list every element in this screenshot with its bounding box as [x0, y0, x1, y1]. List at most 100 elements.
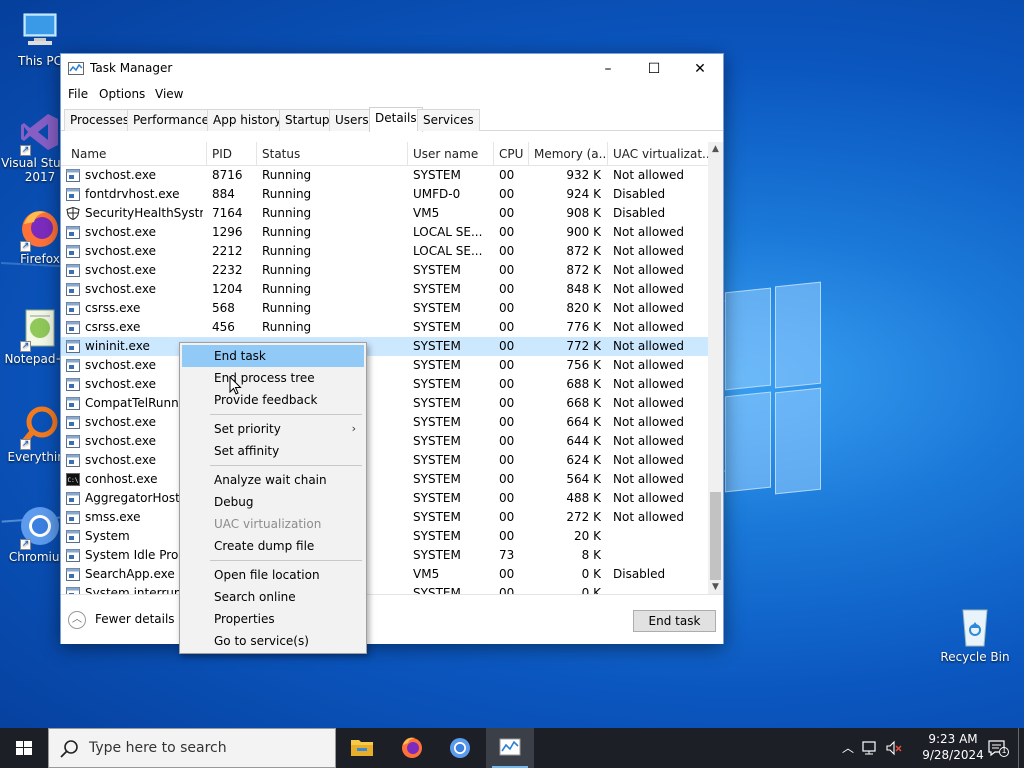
table-row[interactable]: wininit.exe SYSTEM 00 772 K Not allowed: [61, 337, 708, 356]
table-row[interactable]: svchost.exe SYSTEM 00 624 K Not allowed: [61, 451, 708, 470]
context-menu-go-to-service-s[interactable]: Go to service(s): [182, 630, 364, 652]
table-row[interactable]: svchost.exe 2212 Running LOCAL SE... 00 872 K…: [61, 242, 708, 261]
cell-memory: 908 K: [566, 206, 601, 220]
cell-memory: 644 K: [566, 434, 601, 448]
cell-uac: Not allowed: [613, 168, 685, 182]
table-row[interactable]: System Idle Proces SYSTEM 73 8 K: [61, 546, 708, 565]
minimize-button[interactable]: –: [585, 54, 631, 84]
cell-cpu: 00: [499, 586, 515, 594]
table-row[interactable]: SearchApp.exe VM5 00 0 K Disabled: [61, 565, 708, 584]
menu-file[interactable]: File: [68, 87, 88, 101]
menu-options[interactable]: Options: [99, 87, 145, 101]
maximize-button[interactable]: ☐: [631, 54, 677, 84]
tab-details[interactable]: Details: [369, 107, 423, 132]
cell-user-name: VM5: [413, 206, 440, 220]
table-row[interactable]: CompatTelRunner SYSTEM 00 668 K Not allowed: [61, 394, 708, 413]
context-menu-analyze-wait-chain[interactable]: Analyze wait chain: [182, 469, 364, 491]
taskbar-task-manager[interactable]: [486, 728, 534, 768]
column-header-user-name[interactable]: User name: [408, 142, 494, 166]
context-menu-search-online[interactable]: Search online: [182, 586, 364, 608]
cell-name: svchost.exe: [85, 282, 156, 296]
service-host-icon: [66, 302, 80, 315]
context-menu-end-task[interactable]: End task: [182, 345, 364, 367]
table-row[interactable]: C:\ conhost.exe SYSTEM 00 564 K Not allowed: [61, 470, 708, 489]
tab-app-history[interactable]: App history: [207, 109, 288, 131]
table-row[interactable]: csrss.exe 456 Running SYSTEM 00 776 K Not allo…: [61, 318, 708, 337]
taskbar-search-box[interactable]: Type here to search: [48, 728, 336, 768]
table-row[interactable]: smss.exe SYSTEM 00 272 K Not allowed: [61, 508, 708, 527]
action-center-button[interactable]: 1: [987, 738, 1009, 758]
table-row[interactable]: svchost.exe 1204 Running SYSTEM 00 848 K Not a…: [61, 280, 708, 299]
cell-user-name: VM5: [413, 567, 440, 581]
network-icon[interactable]: [861, 739, 879, 757]
table-row[interactable]: svchost.exe 2232 Running SYSTEM 00 872 K Not a…: [61, 261, 708, 280]
clock-time[interactable]: 9:23 AM: [913, 732, 993, 746]
table-row[interactable]: System interrupts SYSTEM 00 0 K: [61, 584, 708, 594]
service-host-icon: [66, 169, 80, 182]
service-host-icon: [66, 397, 80, 410]
menu-view[interactable]: View: [155, 87, 183, 101]
column-header-memory[interactable]: Memory (a...: [529, 142, 608, 166]
table-row[interactable]: svchost.exe SYSTEM 00 664 K Not allowed: [61, 413, 708, 432]
cell-cpu: 00: [499, 472, 515, 486]
context-menu-provide-feedback[interactable]: Provide feedback: [182, 389, 364, 411]
table-row[interactable]: csrss.exe 568 Running SYSTEM 00 820 K Not allo…: [61, 299, 708, 318]
end-task-button[interactable]: End task: [633, 610, 716, 632]
table-row[interactable]: svchost.exe 1296 Running LOCAL SE... 00 900 K…: [61, 223, 708, 242]
cell-cpu: 73: [499, 548, 515, 562]
title-bar[interactable]: Task Manager – ☐ ✕: [61, 54, 723, 84]
cell-pid: 884: [212, 187, 235, 201]
service-host-icon: [66, 568, 80, 581]
taskbar-file-explorer[interactable]: [338, 728, 386, 768]
cell-cpu: 00: [499, 567, 515, 581]
cell-pid: 568: [212, 301, 235, 315]
table-row[interactable]: System SYSTEM 00 20 K: [61, 527, 708, 546]
table-row[interactable]: SecurityHealthSystra... 7164 Running VM5 00 9…: [61, 204, 708, 223]
table-row[interactable]: fontdrvhost.exe 884 Running UMFD-0 00 924 K Di…: [61, 185, 708, 204]
menu-separator: [210, 560, 362, 561]
column-header-cpu[interactable]: CPU: [494, 142, 529, 166]
show-hidden-icons-chevron-icon[interactable]: ︿: [839, 739, 857, 757]
start-button[interactable]: [0, 728, 48, 768]
scrollbar-thumb[interactable]: [710, 492, 721, 580]
taskbar-chromium[interactable]: [436, 728, 484, 768]
context-menu-set-affinity[interactable]: Set affinity: [182, 440, 364, 462]
menu-bar: File Options View: [61, 84, 723, 106]
context-menu-set-priority[interactable]: Set priority ›: [182, 418, 364, 440]
context-menu-create-dump-file[interactable]: Create dump file: [182, 535, 364, 557]
table-row[interactable]: svchost.exe SYSTEM 00 756 K Not allowed: [61, 356, 708, 375]
context-menu-open-file-location[interactable]: Open file location: [182, 564, 364, 586]
context-menu-end-process-tree[interactable]: End process tree: [182, 367, 364, 389]
context-menu-properties[interactable]: Properties: [182, 608, 364, 630]
close-button[interactable]: ✕: [677, 54, 723, 84]
tab-users[interactable]: Users: [329, 109, 375, 131]
vertical-scrollbar[interactable]: ▲ ▼: [708, 142, 723, 594]
column-header-status[interactable]: Status: [257, 142, 408, 166]
table-row[interactable]: svchost.exe SYSTEM 00 644 K Not allowed: [61, 432, 708, 451]
cell-pid: 1296: [212, 225, 243, 239]
cell-cpu: 00: [499, 358, 515, 372]
tab-processes[interactable]: Processes: [64, 109, 136, 131]
context-menu-debug[interactable]: Debug: [182, 491, 364, 513]
tab-performance[interactable]: Performance: [127, 109, 216, 131]
column-header-name[interactable]: Name: [66, 142, 207, 166]
scroll-up-arrow-icon[interactable]: ▲: [708, 142, 723, 156]
tab-startup[interactable]: Startup: [279, 109, 336, 131]
cell-memory: 0 K: [581, 586, 601, 594]
volume-muted-icon[interactable]: [885, 739, 903, 757]
cell-uac: Not allowed: [613, 434, 685, 448]
column-header-pid[interactable]: PID: [207, 142, 257, 166]
service-host-icon: [66, 340, 80, 353]
table-row[interactable]: svchost.exe 8716 Running SYSTEM 00 932 K Not a…: [61, 166, 708, 185]
scroll-down-arrow-icon[interactable]: ▼: [708, 580, 723, 594]
taskbar-firefox[interactable]: [388, 728, 436, 768]
table-row[interactable]: AggregatorHost.ex SYSTEM 00 488 K Not allowe…: [61, 489, 708, 508]
show-desktop-button[interactable]: [1018, 728, 1023, 768]
clock-date[interactable]: 9/28/2024: [913, 748, 993, 762]
column-header-uac-virtualization[interactable]: UAC virtualizat...: [608, 142, 708, 166]
cell-user-name: SYSTEM: [413, 434, 461, 448]
tab-services[interactable]: Services: [417, 109, 480, 131]
cell-cpu: 00: [499, 434, 515, 448]
desktop-icon-recycle-bin[interactable]: Recycle Bin: [935, 604, 1015, 664]
table-row[interactable]: svchost.exe SYSTEM 00 688 K Not allowed: [61, 375, 708, 394]
